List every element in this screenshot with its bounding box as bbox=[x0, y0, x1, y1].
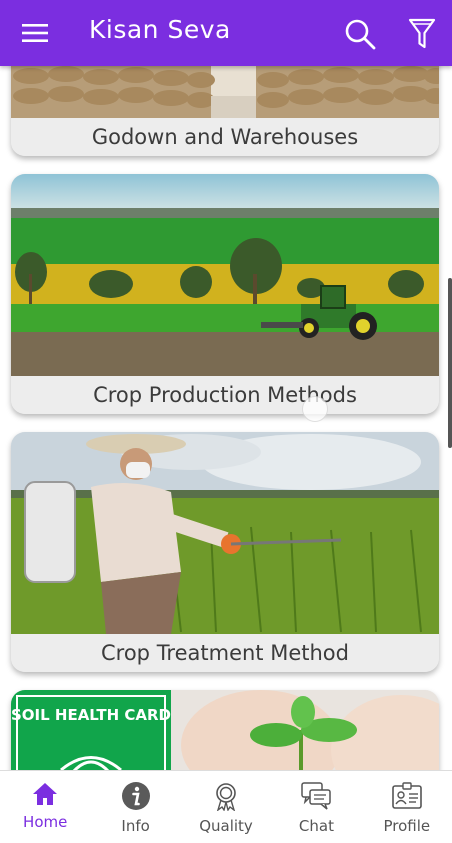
card-crop-production[interactable]: Crop Production Methods bbox=[11, 174, 439, 414]
farmer-spraying-image bbox=[11, 432, 439, 634]
app-bar: Kisan Seva bbox=[0, 0, 452, 66]
nav-profile[interactable]: Profile bbox=[362, 771, 452, 843]
scrollbar[interactable] bbox=[448, 278, 452, 448]
nav-label: Quality bbox=[199, 817, 253, 835]
filter-button[interactable] bbox=[402, 14, 442, 54]
nav-info[interactable]: Info bbox=[90, 771, 180, 843]
app-title: Kisan Seva bbox=[89, 15, 231, 44]
card-soil-health[interactable]: SOIL HEALTH CARD bbox=[11, 690, 439, 770]
nav-quality[interactable]: Quality bbox=[181, 771, 271, 843]
filter-icon bbox=[408, 18, 436, 49]
tractor-field-image bbox=[11, 174, 439, 376]
chat-icon bbox=[301, 782, 332, 810]
search-button[interactable] bbox=[340, 14, 380, 54]
nav-label: Profile bbox=[383, 817, 431, 835]
search-icon bbox=[345, 19, 376, 50]
nav-home[interactable]: Home bbox=[0, 771, 90, 843]
card-label: Godown and Warehouses bbox=[11, 118, 439, 156]
card-label: Crop Production Methods bbox=[11, 376, 439, 414]
card-godown-warehouses[interactable]: Godown and Warehouses bbox=[11, 66, 439, 156]
profile-card-icon bbox=[392, 782, 422, 809]
home-icon bbox=[33, 783, 58, 805]
info-icon bbox=[121, 782, 150, 810]
card-label: Crop Treatment Method bbox=[11, 634, 439, 672]
nav-label: Chat bbox=[298, 817, 334, 835]
nav-label: Home bbox=[23, 813, 68, 831]
nav-label: Info bbox=[121, 817, 150, 835]
bottom-navigation: Home Info Quality Chat Profile bbox=[0, 770, 452, 843]
card-crop-treatment[interactable]: Crop Treatment Method bbox=[11, 432, 439, 672]
soil-health-image: SOIL HEALTH CARD bbox=[11, 690, 439, 770]
touch-indicator bbox=[302, 396, 328, 422]
soil-health-card-text: SOIL HEALTH CARD bbox=[11, 706, 171, 724]
nav-chat[interactable]: Chat bbox=[271, 771, 361, 843]
menu-button[interactable] bbox=[18, 20, 52, 46]
hamburger-menu-icon bbox=[22, 24, 48, 42]
category-list[interactable]: Godown and Warehouses Crop Production Me… bbox=[0, 66, 452, 770]
warehouse-image bbox=[11, 66, 439, 118]
quality-badge-icon bbox=[216, 783, 236, 811]
